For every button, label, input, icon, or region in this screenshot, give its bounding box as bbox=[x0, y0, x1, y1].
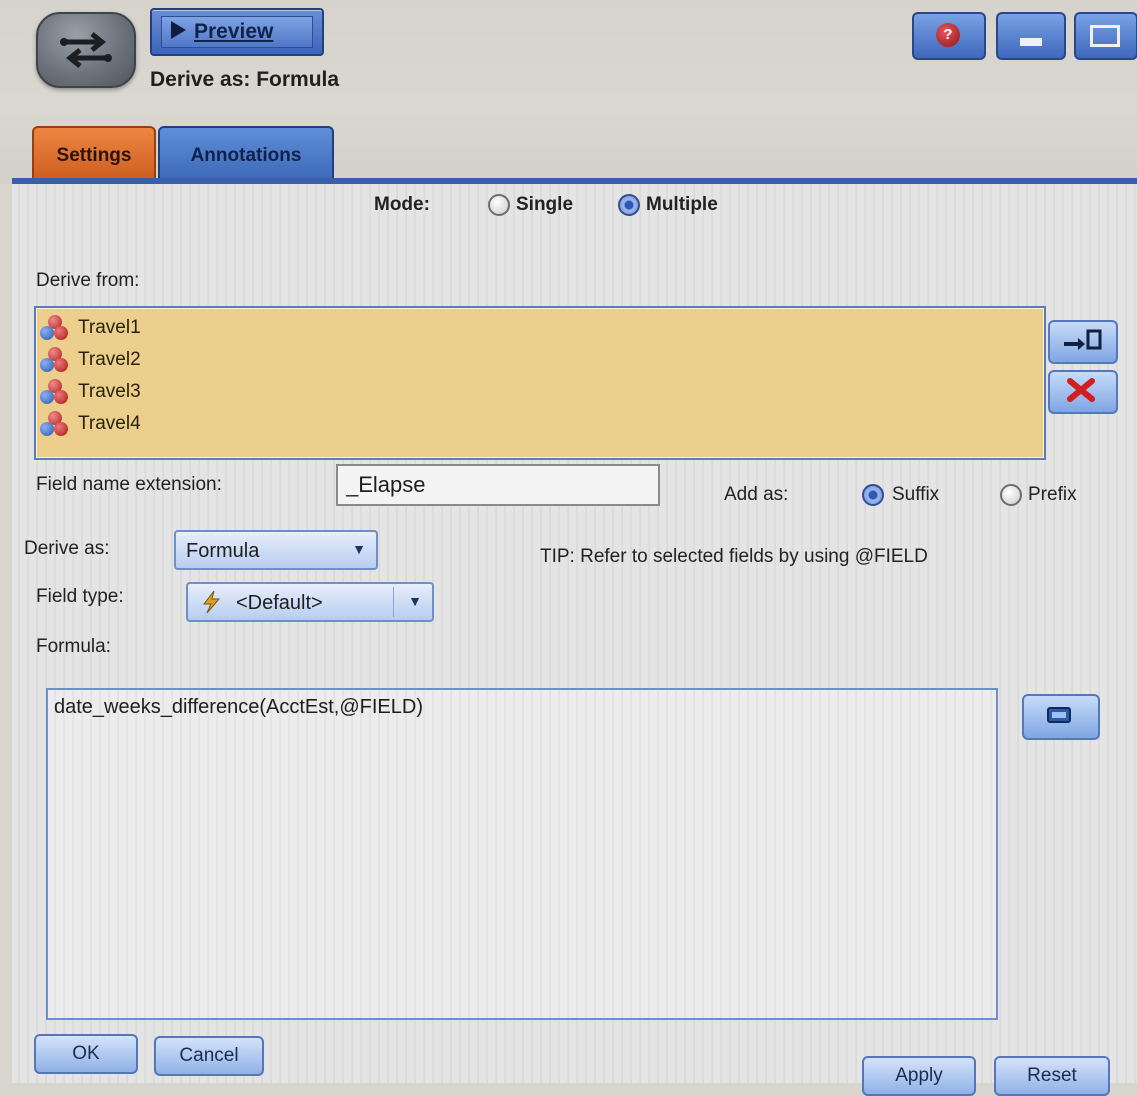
minimize-button[interactable] bbox=[996, 12, 1066, 60]
dropdown-separator bbox=[393, 587, 394, 617]
field-type-label: Field type: bbox=[36, 586, 124, 607]
ok-button[interactable]: OK bbox=[34, 1034, 138, 1074]
field-picker-button[interactable] bbox=[1048, 320, 1118, 364]
apply-button[interactable]: Apply bbox=[862, 1056, 976, 1096]
field-type-dropdown[interactable]: <Default> ▼ bbox=[186, 582, 434, 622]
maximize-button[interactable] bbox=[1074, 12, 1137, 60]
list-item[interactable]: Travel4 bbox=[40, 408, 141, 440]
maximize-icon bbox=[1090, 25, 1120, 47]
chevron-down-icon: ▼ bbox=[352, 541, 366, 557]
derive-as-dropdown[interactable]: Formula ▼ bbox=[174, 530, 378, 570]
field-type-icon bbox=[40, 379, 70, 405]
extension-input[interactable] bbox=[336, 464, 660, 506]
add-as-label: Add as: bbox=[724, 484, 789, 505]
formula-label: Formula: bbox=[36, 636, 111, 657]
preview-button[interactable]: Preview bbox=[150, 8, 324, 56]
extension-label: Field name extension: bbox=[36, 474, 222, 495]
preview-label: Preview bbox=[194, 20, 274, 43]
mode-single-label: Single bbox=[516, 194, 574, 215]
list-item[interactable]: Travel2 bbox=[40, 344, 141, 376]
field-type-icon bbox=[40, 411, 70, 437]
formula-textarea[interactable]: date_weeks_difference(AcctEst,@FIELD) bbox=[46, 688, 998, 1020]
minimize-icon bbox=[1020, 38, 1042, 46]
list-item[interactable]: Travel1 bbox=[40, 312, 141, 344]
chevron-down-icon: ▼ bbox=[408, 593, 422, 609]
dialog-title: Derive as: Formula bbox=[150, 68, 340, 91]
dialog-header: Preview ? Derive as: Formula Settings An… bbox=[0, 0, 1137, 184]
suffix-label: Suffix bbox=[892, 484, 940, 505]
lightning-icon bbox=[200, 590, 222, 620]
mode-multiple-label: Multiple bbox=[646, 194, 718, 215]
tab-settings[interactable]: Settings bbox=[32, 126, 156, 182]
tip-text: TIP: Refer to selected fields by using @… bbox=[540, 546, 928, 567]
field-name: Travel3 bbox=[78, 381, 141, 402]
mode-single-radio[interactable] bbox=[488, 194, 510, 216]
derive-node-icon bbox=[36, 12, 136, 88]
derive-as-label: Derive as: bbox=[24, 538, 110, 559]
derive-as-value: Formula bbox=[186, 540, 260, 562]
help-button[interactable]: ? bbox=[912, 12, 986, 60]
cancel-button[interactable]: Cancel bbox=[154, 1036, 264, 1076]
remove-field-button[interactable] bbox=[1048, 370, 1118, 414]
tab-annotations-label: Annotations bbox=[190, 145, 302, 166]
mode-multiple-radio[interactable] bbox=[618, 194, 640, 216]
help-icon: ? bbox=[936, 23, 960, 47]
list-item[interactable]: Travel3 bbox=[40, 376, 141, 408]
field-type-icon bbox=[40, 315, 70, 341]
field-type-icon bbox=[40, 347, 70, 373]
expression-builder-button[interactable] bbox=[1022, 694, 1100, 740]
tab-annotations[interactable]: Annotations bbox=[158, 126, 334, 182]
suffix-radio[interactable] bbox=[862, 484, 884, 506]
derive-from-label: Derive from: bbox=[36, 270, 140, 291]
prefix-label: Prefix bbox=[1028, 484, 1077, 505]
mode-label: Mode: bbox=[374, 194, 430, 215]
field-type-value: <Default> bbox=[236, 592, 323, 614]
field-name: Travel4 bbox=[78, 413, 141, 434]
field-name: Travel1 bbox=[78, 317, 141, 338]
prefix-radio[interactable] bbox=[1000, 484, 1022, 506]
field-name: Travel2 bbox=[78, 349, 141, 370]
reset-button[interactable]: Reset bbox=[994, 1056, 1110, 1096]
play-icon bbox=[168, 19, 188, 46]
tab-settings-label: Settings bbox=[56, 145, 132, 166]
derive-from-list[interactable]: Travel1 Travel2 Travel3 Travel4 bbox=[34, 306, 1046, 460]
